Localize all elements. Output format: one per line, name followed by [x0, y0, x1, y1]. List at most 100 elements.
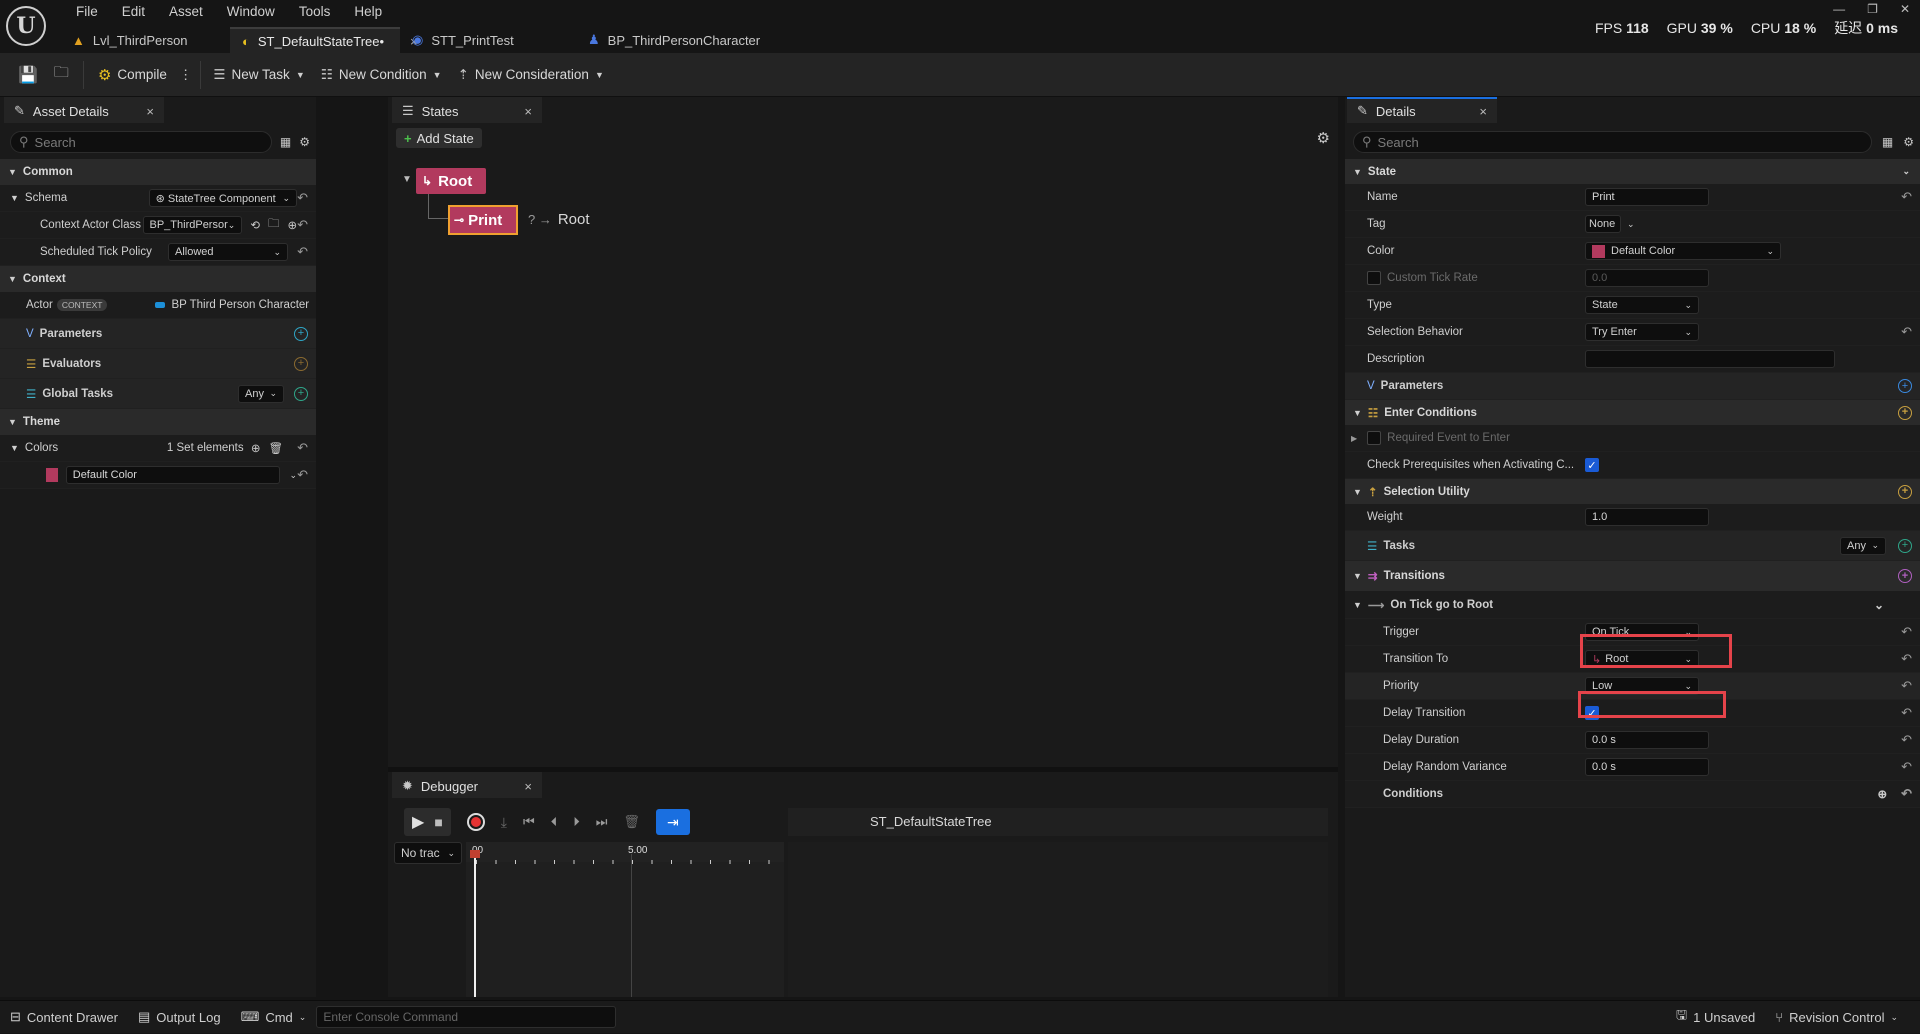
compile-options-button[interactable]: ⋮: [175, 53, 197, 97]
output-log-button[interactable]: ▤ Output Log: [128, 1001, 231, 1034]
reset-icon[interactable]: ↶: [1901, 759, 1912, 775]
category-common[interactable]: ▼ Common: [0, 159, 316, 185]
add-parameter-icon[interactable]: +: [294, 326, 308, 341]
tab-bp-thirdpersoncharacter[interactable]: ♟ BP_ThirdPersonCharacter: [576, 27, 776, 53]
add-task-icon[interactable]: +: [1898, 538, 1912, 553]
menu-file[interactable]: File: [64, 2, 110, 22]
state-print[interactable]: ⊸ Print: [448, 205, 518, 235]
follow-button[interactable]: ⇥: [655, 809, 690, 835]
reset-icon[interactable]: ↶: [1901, 189, 1912, 205]
category-theme[interactable]: ▼ Theme: [0, 409, 316, 435]
prop-parameters[interactable]: V Parameters +: [1345, 373, 1920, 400]
chevron-down-icon[interactable]: ⌄: [290, 470, 298, 481]
jump-forward-icon[interactable]: ⏭: [596, 814, 608, 830]
reset-icon[interactable]: ↶: [1901, 705, 1912, 721]
reset-icon[interactable]: ↶: [297, 217, 308, 233]
console-input[interactable]: Enter Console Command: [316, 1006, 617, 1028]
add-icon[interactable]: ⊕: [287, 218, 297, 232]
color-swatch[interactable]: [46, 468, 58, 482]
asset-search-input[interactable]: ⚲ Search: [10, 131, 272, 153]
new-task-button[interactable]: ☰ New Task ▼: [205, 53, 312, 97]
add-condition-icon[interactable]: ⊕: [1877, 787, 1887, 801]
category-state[interactable]: ▼ State ⌄: [1345, 159, 1920, 184]
reset-icon[interactable]: ↶: [1901, 732, 1912, 748]
browse-icon[interactable]: 🗀: [268, 216, 280, 235]
playhead-handle[interactable]: [470, 850, 480, 858]
menu-asset[interactable]: Asset: [157, 2, 215, 22]
description-field[interactable]: [1585, 350, 1835, 368]
revision-control-button[interactable]: ⑂ Revision Control ⌄: [1765, 1001, 1908, 1034]
jump-back-icon[interactable]: ⏮: [523, 814, 535, 830]
context-actor-combo[interactable]: BP_ThirdPersor ⌄: [142, 216, 243, 234]
details-search-input[interactable]: ⚲ Search: [1353, 131, 1872, 153]
menu-edit[interactable]: Edit: [110, 2, 157, 22]
step-into-icon[interactable]: ⤓: [501, 814, 507, 831]
category-context[interactable]: ▼ Context: [0, 266, 316, 292]
reset-icon[interactable]: ↶: [1901, 624, 1912, 640]
close-icon[interactable]: ×: [1479, 104, 1487, 119]
new-condition-button[interactable]: ☷ New Condition ▼: [313, 53, 450, 97]
reset-icon[interactable]: ↶: [297, 244, 308, 260]
close-window-icon[interactable]: ✕: [1900, 2, 1910, 16]
settings-icon[interactable]: ⚙: [1903, 135, 1914, 149]
close-icon[interactable]: ×: [524, 779, 532, 794]
step-forward-icon[interactable]: ⏵: [573, 814, 580, 830]
settings-icon[interactable]: ⚙: [1317, 129, 1330, 147]
trash-icon[interactable]: 🗑: [623, 814, 640, 830]
menu-window[interactable]: Window: [215, 2, 287, 22]
minimize-icon[interactable]: —: [1833, 2, 1845, 16]
category-selection-utility[interactable]: ▼ ⇡ Selection Utility +: [1345, 479, 1920, 504]
menu-tools[interactable]: Tools: [287, 2, 343, 22]
track-select[interactable]: No trac ⌄: [394, 842, 462, 864]
reset-icon[interactable]: ↶: [1901, 324, 1912, 340]
prop-evaluators[interactable]: ☰ Evaluators +: [0, 349, 316, 379]
state-root[interactable]: ↳ Root: [416, 168, 486, 194]
required-event-checkbox[interactable]: [1367, 431, 1382, 445]
restore-icon[interactable]: ❐: [1867, 2, 1878, 16]
new-consideration-button[interactable]: ⇡ New Consideration ▼: [450, 53, 612, 97]
tab-lvl-thirdperson[interactable]: ▲ Lvl_ThirdPerson: [60, 27, 230, 53]
reset-icon[interactable]: ↶: [1901, 786, 1912, 802]
add-element-icon[interactable]: ⊕: [251, 441, 261, 455]
play-icon[interactable]: ▶: [412, 812, 424, 832]
tab-details[interactable]: ✎ Details ×: [1347, 97, 1497, 123]
settings-icon[interactable]: ⚙: [299, 135, 310, 149]
tab-asset-details[interactable]: ✎ Asset Details ×: [4, 97, 164, 123]
unsaved-button[interactable]: 🖫 1 Unsaved: [1666, 1001, 1765, 1034]
delay-variance-field[interactable]: 0.0 s: [1585, 758, 1709, 776]
reset-icon[interactable]: ↶: [297, 440, 308, 456]
transition-item[interactable]: ▼ ⟶ On Tick go to Root ⌄: [1345, 591, 1920, 619]
category-transitions[interactable]: ▼ ⇉ Transitions +: [1345, 561, 1920, 591]
reset-icon[interactable]: ↶: [297, 190, 308, 206]
category-enter-conditions[interactable]: ▼ ☷ Enter Conditions +: [1345, 400, 1920, 425]
add-global-task-icon[interactable]: +: [294, 386, 308, 401]
table-view-icon[interactable]: ▦: [280, 135, 291, 149]
tasks-combo[interactable]: Any ⌄: [1840, 536, 1886, 555]
unreal-logo[interactable]: U: [6, 6, 46, 46]
tick-rate-field[interactable]: 0.0: [1585, 269, 1709, 287]
tab-st-defaultstatetree[interactable]: ◐ ST_DefaultStateTree• ×: [230, 27, 418, 53]
tag-combo[interactable]: None: [1585, 215, 1621, 233]
cmd-button[interactable]: ⌨ Cmd ⌄: [231, 1001, 317, 1034]
browse-button[interactable]: 🗀: [46, 53, 77, 97]
global-tasks-combo[interactable]: Any ⌄: [238, 384, 284, 403]
reset-icon[interactable]: ↶: [1901, 678, 1912, 694]
selection-behavior-combo[interactable]: Try Enter ⌄: [1585, 323, 1699, 341]
close-icon[interactable]: ×: [524, 104, 532, 119]
tick-rate-checkbox[interactable]: [1367, 271, 1381, 285]
schema-combo[interactable]: ⊛ StateTree Component ⌄: [148, 189, 298, 207]
reset-icon[interactable]: ↶: [1901, 651, 1912, 667]
stop-icon[interactable]: ■: [434, 814, 442, 830]
content-drawer-button[interactable]: ⊟ Content Drawer: [0, 1001, 128, 1034]
prop-tasks[interactable]: ☰ Tasks Any ⌄ +: [1345, 531, 1920, 561]
reset-icon[interactable]: ↶: [297, 467, 308, 483]
close-icon[interactable]: ×: [146, 104, 154, 119]
delay-duration-field[interactable]: 0.0 s: [1585, 731, 1709, 749]
type-combo[interactable]: State ⌄: [1585, 296, 1699, 314]
use-selected-icon[interactable]: ⟲: [250, 218, 260, 232]
add-evaluator-icon[interactable]: +: [294, 356, 308, 371]
tab-debugger[interactable]: ✹ Debugger ×: [392, 772, 542, 798]
prop-global-tasks[interactable]: ☰ Global Tasks Any ⌄ +: [0, 379, 316, 409]
color-name-field[interactable]: Default Color: [65, 466, 280, 484]
record-icon[interactable]: [466, 813, 485, 831]
